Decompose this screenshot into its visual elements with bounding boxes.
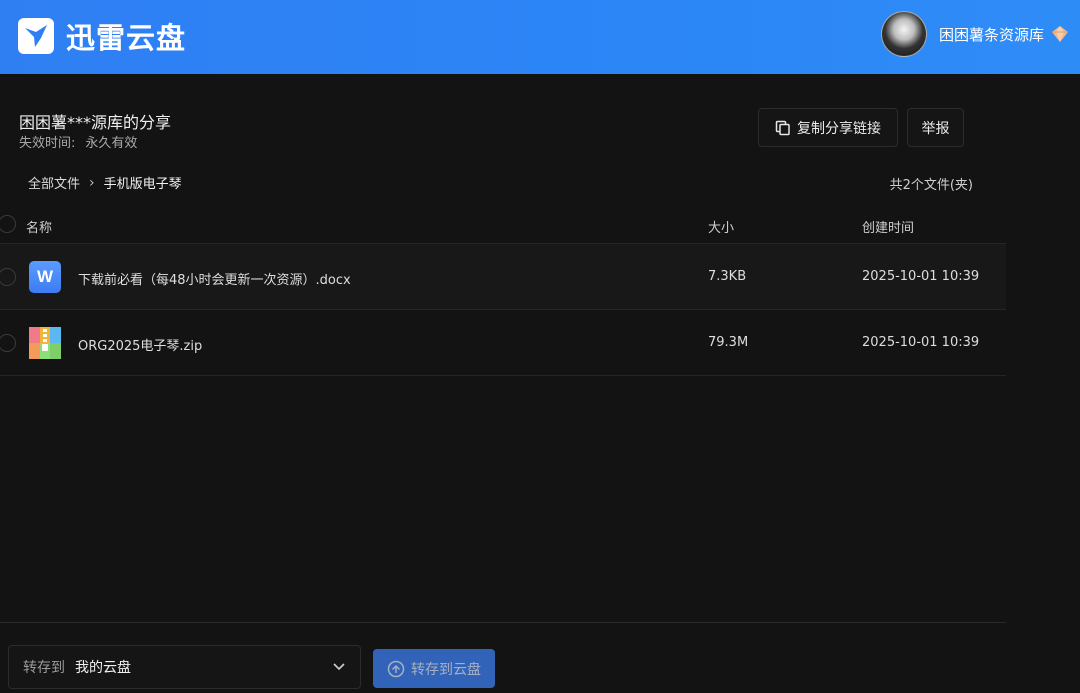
file-table: 名称 大小 创建时间 W 下载前必看（每48小时会更新一次资源）.docx 7.… — [0, 204, 1006, 376]
copy-icon — [775, 120, 790, 135]
row-checkbox[interactable] — [0, 268, 16, 286]
row-checkbox[interactable] — [0, 334, 16, 352]
expire-info: 失效时间: 永久有效 — [19, 132, 137, 151]
table-header: 名称 大小 创建时间 — [0, 204, 1006, 244]
cloud-upload-icon — [387, 660, 405, 677]
breadcrumb-current: 手机版电子琴 — [103, 177, 182, 192]
zip-archive-icon — [29, 327, 61, 359]
copy-share-link-button[interactable]: 复制分享链接 — [758, 108, 898, 147]
brand-name: 迅雷云盘 — [66, 21, 187, 55]
save-to-cloud-label: 转存到云盘 — [411, 661, 481, 678]
select-all-checkbox[interactable] — [0, 215, 16, 233]
file-size: 79.3M — [708, 335, 749, 350]
expire-label: 失效时间: — [19, 136, 76, 151]
column-size: 大小 — [708, 221, 735, 236]
file-name[interactable]: 下载前必看（每48小时会更新一次资源）.docx — [78, 269, 351, 288]
user-menu[interactable]: 困困薯条资源库 — [880, 11, 1070, 57]
file-size: 7.3KB — [708, 269, 747, 284]
expire-value: 永久有效 — [85, 136, 138, 151]
footer-divider — [0, 622, 1006, 623]
thunder-bird-icon — [18, 18, 54, 54]
save-to-label: 转存到 — [23, 660, 65, 676]
user-name[interactable]: 困困薯条资源库 — [939, 24, 1044, 45]
file-created: 2025-10-01 10:39 — [862, 269, 980, 284]
file-count: 共2个文件(夹) — [889, 178, 973, 193]
file-name[interactable]: ORG2025电子琴.zip — [78, 335, 202, 354]
table-row[interactable]: ORG2025电子琴.zip 79.3M 2025-10-01 10:39 — [0, 310, 1006, 376]
copy-share-link-label: 复制分享链接 — [797, 120, 881, 137]
save-to-cloud-button[interactable]: 转存到云盘 — [373, 649, 495, 688]
top-header: 迅雷云盘 困困薯条资源库 — [0, 0, 1080, 74]
share-title: 困困薯***源库的分享 — [19, 113, 172, 132]
table-row[interactable]: W 下载前必看（每48小时会更新一次资源）.docx 7.3KB 2025-10… — [0, 244, 1006, 310]
column-created: 创建时间 — [862, 221, 915, 236]
chevron-down-icon — [333, 663, 345, 671]
save-to-value: 我的云盘 — [75, 660, 131, 676]
avatar[interactable] — [880, 11, 927, 57]
breadcrumb-root[interactable]: 全部文件 — [28, 173, 80, 192]
vip-diamond-icon — [1052, 26, 1068, 42]
brand-logo[interactable]: 迅雷云盘 — [18, 15, 186, 57]
breadcrumb: 全部文件 › 手机版电子琴 — [28, 173, 182, 193]
file-created: 2025-10-01 10:39 — [862, 335, 980, 350]
report-button[interactable]: 举报 — [907, 108, 964, 147]
word-doc-icon: W — [29, 261, 61, 293]
save-destination-select[interactable]: 转存到 我的云盘 — [8, 645, 361, 689]
column-name: 名称 — [26, 221, 53, 236]
chevron-right-icon: › — [89, 174, 95, 191]
